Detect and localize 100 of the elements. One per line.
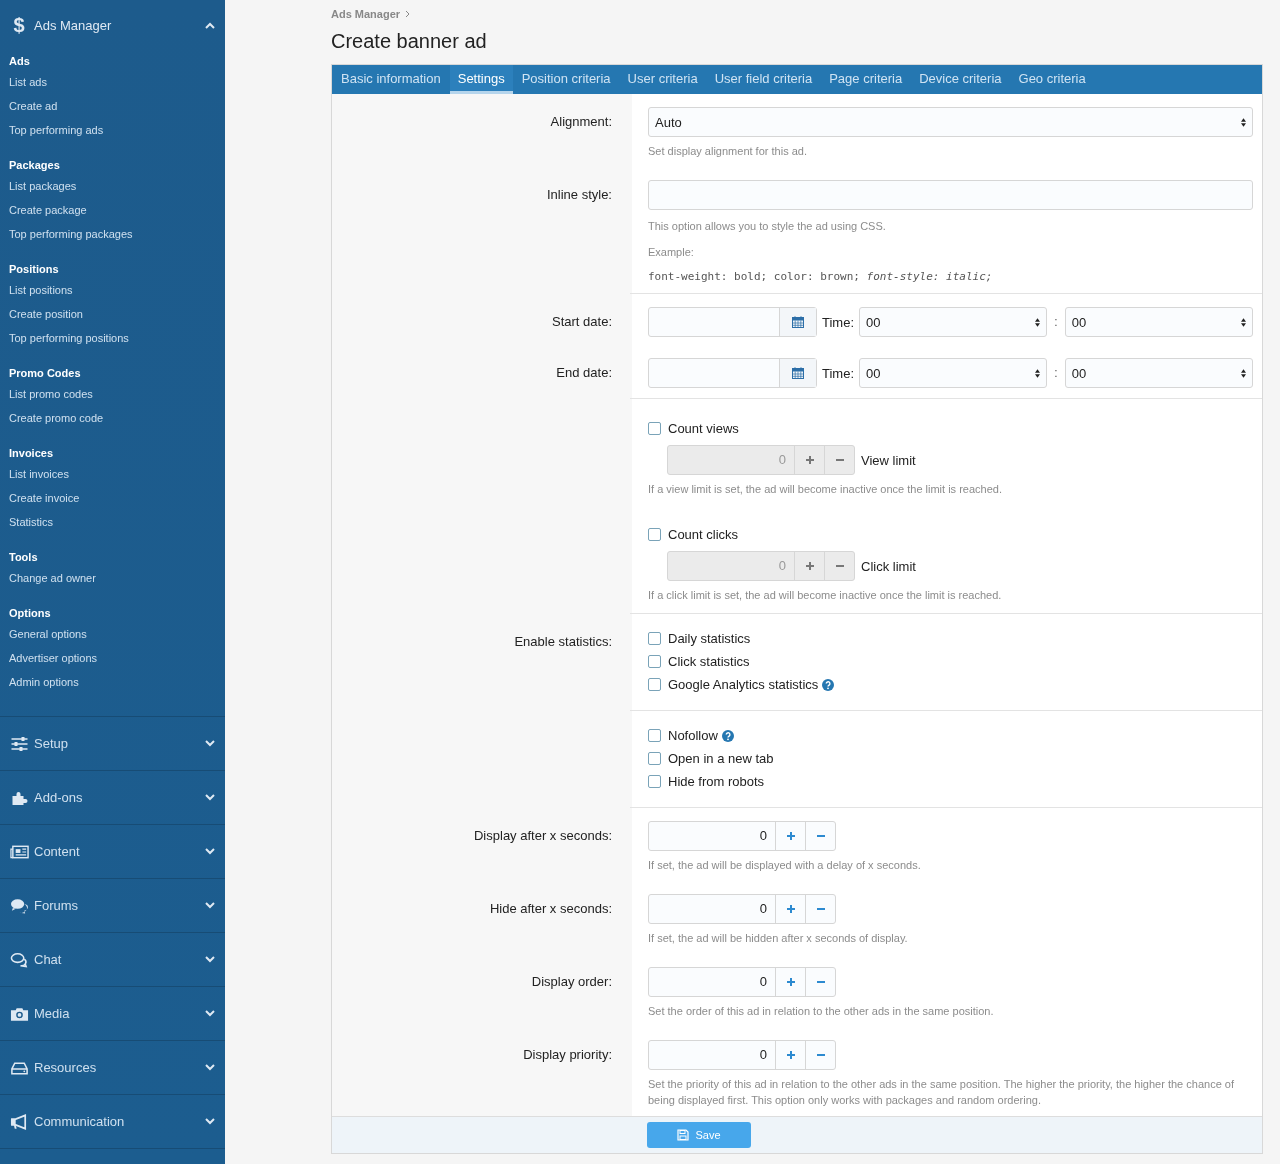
tab[interactable]: User field criteria [706,65,821,94]
section-label[interactable]: Content [34,844,80,859]
sidebar-link[interactable]: List ads [9,72,216,96]
sidebar-title[interactable]: Ads Manager [34,17,112,33]
hint-text: Set the order of this ad in relation to the other ads in the same position. [648,1004,995,1019]
breadcrumb-link[interactable]: Ads Manager [331,8,401,20]
checkbox-label[interactable]: Google Analytics statistics [668,677,819,692]
sidebar-link[interactable]: Top performing positions [9,328,216,352]
checkbox-label[interactable]: Daily statistics [668,631,751,646]
checkbox-label[interactable]: Nofollow [668,728,718,743]
checkbox[interactable] [648,655,661,668]
select-field[interactable]: Auto [648,107,1253,137]
sidebar-link[interactable]: Top performing packages [9,224,216,248]
camera-icon [10,1005,29,1022]
sidebar-link[interactable]: Statistics [9,512,216,536]
hint-text: Example: [648,245,695,260]
sidebar-section[interactable]: Forums [0,879,225,933]
calendar-icon[interactable] [792,367,804,379]
hint-text: This option allows you to style the ad using CSS. [648,219,887,234]
tab[interactable]: Basic information [333,65,449,94]
date-field[interactable] [648,358,817,388]
chevron-down-icon [205,1010,215,1017]
sidebar-link[interactable]: Create invoice [9,488,216,512]
sidebar-section[interactable]: Add-ons [0,771,225,825]
page-title: Create banner ad [331,29,488,54]
help-icon[interactable] [721,729,734,742]
hint-text: Set display alignment for this ad. [648,144,808,159]
checkbox[interactable] [648,775,661,788]
checkbox-label[interactable]: Click statistics [668,654,750,669]
time-label: Time: [822,365,855,381]
chevron-up-icon [205,21,215,29]
tab[interactable]: Device criteria [911,65,1010,94]
sidebar-link[interactable]: List invoices [9,464,216,488]
sidebar-link[interactable]: Create promo code [9,408,216,432]
section-label[interactable]: Media [34,1006,70,1021]
sidebar-section[interactable]: Communication [0,1095,225,1149]
sidebar-section[interactable]: Chat [0,933,225,987]
section-label[interactable]: Communication [34,1114,125,1129]
tab[interactable]: User criteria [619,65,706,94]
sidebar-link[interactable]: Create position [9,304,216,328]
sidebar-section[interactable]: Media [0,987,225,1041]
sidebar-section[interactable]: Content [0,825,225,879]
sidebar-group-heading: Packages [9,158,61,173]
section-label[interactable]: Setup [34,736,68,751]
sidebar-link[interactable]: Advertiser options [9,648,216,672]
time-label: Time: [822,314,855,330]
sidebar-link[interactable]: List promo codes [9,384,216,408]
input-field[interactable] [648,180,1253,210]
hour-select[interactable]: 00 [859,307,1048,337]
sidebar-link[interactable]: Top performing ads [9,120,216,144]
select-arrows-icon [1241,117,1246,127]
minute-select[interactable]: 00 [1064,358,1253,388]
hard-drive-icon [10,1059,29,1076]
puzzle-icon [10,789,29,806]
sidebar-link[interactable]: List positions [9,280,216,304]
sidebar-header[interactable]: $ Ads Manager [0,0,225,50]
newspaper-icon [10,843,29,860]
field-label: Display after x seconds: [474,828,612,843]
sidebar-link[interactable]: Create ad [9,96,216,120]
section-label[interactable]: Forums [34,898,79,913]
section-label[interactable]: Add-ons [34,790,83,805]
minute-select[interactable]: 00 [1064,307,1253,337]
code-example: font-weight: bold; color: brown; font-style: italic; [648,270,994,283]
checkbox[interactable] [648,752,661,765]
chevron-down-icon [205,1064,215,1071]
select-arrows-icon [1035,368,1041,378]
checkbox-label[interactable]: Open in a new tab [668,751,774,766]
section-label[interactable]: Chat [34,952,62,967]
checkbox-label[interactable]: Hide from robots [668,774,765,789]
sidebar-link[interactable]: Admin options [9,672,216,696]
sidebar-link[interactable]: General options [9,624,216,648]
sidebar-link[interactable]: Change ad owner [9,568,216,592]
chevron-down-icon [205,956,215,963]
limit-label: Click limit [861,558,916,574]
help-icon[interactable] [822,678,835,691]
tab[interactable]: Settings [449,65,513,94]
megaphone-icon [10,1113,29,1130]
chevron-down-icon [205,1118,215,1125]
sidebar-section[interactable]: Setup [0,717,225,771]
chevron-down-icon [205,794,215,801]
hint-text: If set, the ad will be displayed with a delay of x seconds. [648,858,922,873]
sidebar-link[interactable]: List packages [9,176,216,200]
checkbox[interactable] [648,678,661,691]
hour-select[interactable]: 00 [859,358,1048,388]
section-label[interactable]: Resources [34,1060,97,1075]
calendar-icon[interactable] [792,316,804,328]
hint-text: Set the priority of this ad in relation to the other ads in the same position. The higher the priority, the higher the chance of being displayed first. This option only works with packages and random ordering. [648,1077,1235,1108]
sidebar-link[interactable]: Create package [9,200,216,224]
speech-bubbles-icon [10,951,29,968]
checkbox[interactable] [648,729,661,742]
time-separator: : [1053,315,1059,329]
chevron-down-icon [205,902,215,909]
tab[interactable]: Geo criteria [1010,65,1094,94]
select-arrows-icon [1241,368,1246,378]
hint-text: If a click limit is set, the ad will become inactive once the limit is reached. [648,588,1003,603]
date-field[interactable] [648,307,817,337]
tab[interactable]: Page criteria [821,65,911,94]
tab[interactable]: Position criteria [513,65,619,94]
sidebar-section[interactable]: Resources [0,1041,225,1095]
checkbox[interactable] [648,632,661,645]
